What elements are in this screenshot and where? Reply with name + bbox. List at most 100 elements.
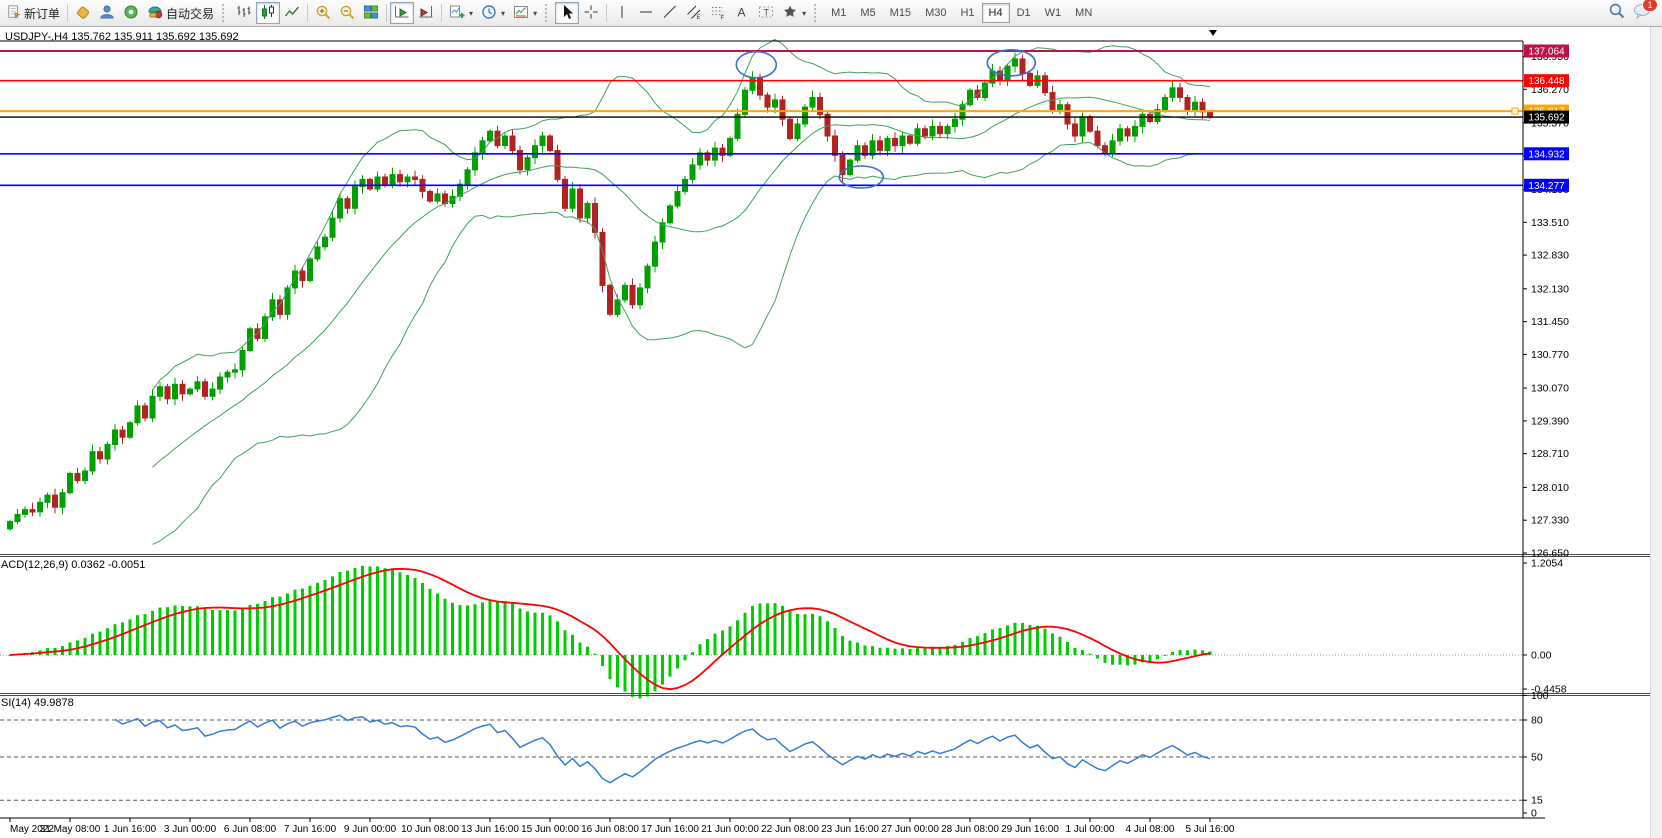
bollinger-bands: [153, 39, 1211, 544]
svg-text:80: 80: [1531, 715, 1543, 727]
text-button[interactable]: A: [730, 2, 754, 24]
timeframe-w1[interactable]: W1: [1038, 3, 1069, 23]
templates-icon: [513, 4, 529, 23]
equidistant-channel-icon: E: [686, 4, 702, 23]
timeframe-m30[interactable]: M30: [918, 3, 953, 23]
svg-text:15: 15: [1531, 795, 1543, 807]
toolbar-grip: [545, 4, 551, 22]
templates-button[interactable]: ▾: [509, 2, 541, 24]
svg-text:T: T: [764, 7, 770, 17]
line-chart-icon: [284, 4, 300, 23]
svg-text:A: A: [738, 5, 746, 19]
svg-text:17 Jun 16:00: 17 Jun 16:00: [641, 824, 699, 835]
axes[interactable]: 136.950136.270135.570134.890134.190133.5…: [0, 41, 1650, 820]
horizontal-line-button[interactable]: [634, 2, 658, 24]
svg-text:E: E: [697, 15, 701, 20]
toolbar: 新订单 自动交易 ▾ ▾ ▾ E F A: [0, 0, 1662, 27]
toolbar-separator: [307, 4, 308, 22]
signals-icon: [123, 4, 139, 23]
text-label-button[interactable]: T: [754, 2, 778, 24]
trendline-button[interactable]: [658, 2, 682, 24]
equidistant-channel-button[interactable]: E: [682, 2, 706, 24]
zoom-out-button[interactable]: [335, 2, 359, 24]
svg-text:9 Jun 00:00: 9 Jun 00:00: [344, 824, 397, 835]
svg-text:132.130: 132.130: [1531, 283, 1569, 295]
arrows-button[interactable]: ▾: [778, 2, 810, 24]
cursor-button[interactable]: [555, 2, 579, 24]
periods-button[interactable]: ▾: [477, 2, 509, 24]
timeframe-m5[interactable]: M5: [853, 3, 882, 23]
timeframe-d1[interactable]: D1: [1010, 3, 1038, 23]
time-axis[interactable]: May 202231 May 08:001 Jun 16:003 Jun 00:…: [10, 818, 1235, 835]
horizontal-line-objects[interactable]: [0, 51, 1523, 185]
arrows-icon: [782, 4, 798, 23]
toolbar-separator: [386, 4, 387, 22]
new-order-button[interactable]: 新订单: [3, 2, 64, 24]
chart-shift-marker[interactable]: [1209, 30, 1217, 36]
autotrading-label: 自动交易: [166, 5, 214, 22]
timeframe-m15[interactable]: M15: [883, 3, 918, 23]
new-order-icon: [7, 5, 21, 22]
autotrading-button[interactable]: 自动交易: [143, 2, 218, 24]
fibonacci-icon: F: [710, 4, 726, 23]
svg-text:22 Jun 08:00: 22 Jun 08:00: [761, 824, 819, 835]
auto-scroll-button[interactable]: [390, 2, 414, 24]
candlestick-chart-button[interactable]: [256, 2, 280, 24]
chart-shift-button[interactable]: [414, 2, 438, 24]
svg-text:50: 50: [1531, 752, 1543, 764]
svg-text:134.277: 134.277: [1528, 181, 1565, 192]
search-icon[interactable]: [1608, 2, 1625, 24]
crosshair-button[interactable]: [579, 2, 603, 24]
chart-canvas[interactable]: 136.950136.270135.570134.890134.190133.5…: [0, 27, 1662, 838]
text-label-icon: T: [758, 4, 774, 23]
trendline-icon: [662, 4, 678, 23]
text-icon: A: [734, 4, 750, 23]
community-button[interactable]: [95, 2, 119, 24]
svg-text:15 Jun 00:00: 15 Jun 00:00: [521, 824, 579, 835]
fibonacci-button[interactable]: F: [706, 2, 730, 24]
svg-text:29 Jun 16:00: 29 Jun 16:00: [1001, 824, 1059, 835]
svg-text:31 May 08:00: 31 May 08:00: [40, 824, 101, 835]
svg-text:130.070: 130.070: [1531, 383, 1569, 395]
tile-windows-button[interactable]: [359, 2, 383, 24]
dropdown-arrow-icon: ▾: [533, 9, 537, 18]
signals-button[interactable]: [119, 2, 143, 24]
timeframe-mn[interactable]: MN: [1068, 3, 1099, 23]
svg-text:13 Jun 16:00: 13 Jun 16:00: [461, 824, 519, 835]
bar-chart-button[interactable]: [232, 2, 256, 24]
new-chart-button[interactable]: ▾: [445, 2, 477, 24]
timeframe-m1[interactable]: M1: [824, 3, 853, 23]
svg-text:5 Jul 16:00: 5 Jul 16:00: [1186, 824, 1235, 835]
toolbar-separator: [606, 4, 607, 22]
zoom-in-button[interactable]: [311, 2, 335, 24]
new-order-label: 新订单: [24, 5, 60, 22]
dropdown-arrow-icon: ▾: [802, 9, 806, 18]
svg-text:137.064: 137.064: [1528, 47, 1565, 58]
window-edge: [1650, 27, 1662, 838]
vertical-line-button[interactable]: [610, 2, 634, 24]
cursor-icon: [559, 4, 575, 23]
timeframe-h1[interactable]: H1: [953, 3, 981, 23]
line-chart-button[interactable]: [280, 2, 304, 24]
svg-text:27 Jun 00:00: 27 Jun 00:00: [881, 824, 939, 835]
notification-badge: 1: [1642, 0, 1658, 12]
candlestick-chart-icon: [260, 4, 276, 23]
wallet-icon: [75, 4, 91, 23]
svg-text:16 Jun 08:00: 16 Jun 08:00: [581, 824, 639, 835]
macd-histogram: [0, 566, 1523, 699]
svg-text:100: 100: [1531, 690, 1549, 702]
dropdown-arrow-icon: ▾: [501, 9, 505, 18]
metatrader-window: 新订单 自动交易 ▾ ▾ ▾ E F A: [0, 0, 1662, 838]
wallet-button[interactable]: [71, 2, 95, 24]
chat-button[interactable]: 1: [1633, 3, 1651, 24]
horizontal-line-icon: [638, 4, 654, 23]
svg-text:132.830: 132.830: [1531, 250, 1569, 262]
svg-text:0: 0: [1531, 808, 1537, 820]
timeframe-h4[interactable]: H4: [982, 3, 1010, 23]
crosshair-icon: [583, 4, 599, 23]
chart-title: USDJPY-,H4 135.762 135.911 135.692 135.6…: [5, 31, 239, 43]
svg-text:129.390: 129.390: [1531, 415, 1569, 427]
vertical-line-icon: [614, 4, 630, 23]
candlesticks: [8, 53, 1213, 531]
svg-text:1.2054: 1.2054: [1531, 558, 1563, 570]
